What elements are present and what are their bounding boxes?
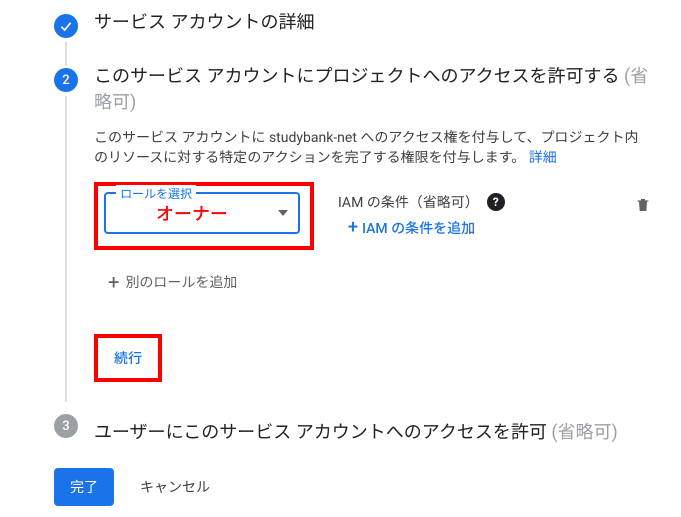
description-text: このサービス アカウントに studybank-net へのアクセス権を付与して… — [94, 130, 639, 166]
step-1: サービス アカウントの詳細 — [54, 10, 681, 64]
plus-icon: + — [108, 272, 119, 292]
delete-role-button[interactable] — [635, 182, 651, 214]
connector — [65, 96, 67, 402]
iam-conditions-section: IAM の条件（省略可） ? + IAM の条件を追加 — [338, 182, 505, 238]
step-1-title[interactable]: サービス アカウントの詳細 — [94, 10, 651, 36]
step-2: 2 このサービス アカウントにプロジェクトへのアクセスを許可する (省略可) こ… — [54, 64, 681, 410]
add-another-role-button[interactable]: + 別のロールを追加 — [108, 272, 651, 292]
continue-button[interactable]: 続行 — [104, 342, 152, 374]
stepper: サービス アカウントの詳細 2 このサービス アカウントにプロジェクトへのアクセ… — [0, 10, 681, 446]
step-3-title[interactable]: ユーザーにこのサービス アカウントへのアクセスを許可 (省略可) — [94, 420, 651, 446]
iam-conditions-label: IAM の条件（省略可） — [338, 192, 479, 212]
role-select-dropdown[interactable]: ロールを選択 オーナー — [104, 192, 300, 234]
role-select-label: ロールを選択 — [116, 185, 196, 202]
highlight-box-role: ロールを選択 オーナー — [94, 182, 314, 250]
highlight-box-continue: 続行 — [94, 334, 162, 382]
add-role-label: 別のロールを追加 — [125, 272, 237, 292]
iam-conditions-header: IAM の条件（省略可） ? — [338, 192, 505, 212]
add-iam-condition-button[interactable]: + IAM の条件を追加 — [338, 218, 475, 238]
role-row: ロールを選択 オーナー IAM の条件（省略可） ? + IAM の条件を追加 — [94, 182, 651, 250]
step-3-title-text: ユーザーにこのサービス アカウントへのアクセスを許可 — [94, 422, 551, 443]
chevron-down-icon — [278, 210, 288, 216]
step-2-title: このサービス アカウントにプロジェクトへのアクセスを許可する (省略可) — [94, 64, 651, 116]
step-3-number-icon: 3 — [54, 414, 78, 438]
done-button[interactable]: 完了 — [54, 468, 114, 506]
trash-icon — [635, 196, 651, 214]
step-2-number-icon: 2 — [54, 68, 78, 92]
footer-actions: 完了 キャンセル — [0, 468, 681, 506]
step-2-body: このサービス アカウントに studybank-net へのアクセス権を付与して… — [94, 116, 651, 402]
plus-icon: + — [348, 219, 358, 237]
step-1-check-icon — [54, 14, 78, 38]
step-2-title-text: このサービス アカウントにプロジェクトへのアクセスを許可する — [94, 66, 624, 87]
role-select-value: オーナー — [118, 200, 266, 226]
details-link[interactable]: 詳細 — [529, 150, 557, 166]
cancel-button[interactable]: キャンセル — [140, 477, 210, 497]
step-2-description: このサービス アカウントに studybank-net へのアクセス権を付与して… — [94, 128, 651, 168]
step-3: 3 ユーザーにこのサービス アカウントへのアクセスを許可 (省略可) — [54, 410, 681, 446]
help-icon[interactable]: ? — [487, 193, 505, 211]
step-3-optional-text: (省略可) — [551, 422, 617, 443]
add-condition-label: IAM の条件を追加 — [362, 218, 475, 238]
connector — [65, 42, 67, 66]
